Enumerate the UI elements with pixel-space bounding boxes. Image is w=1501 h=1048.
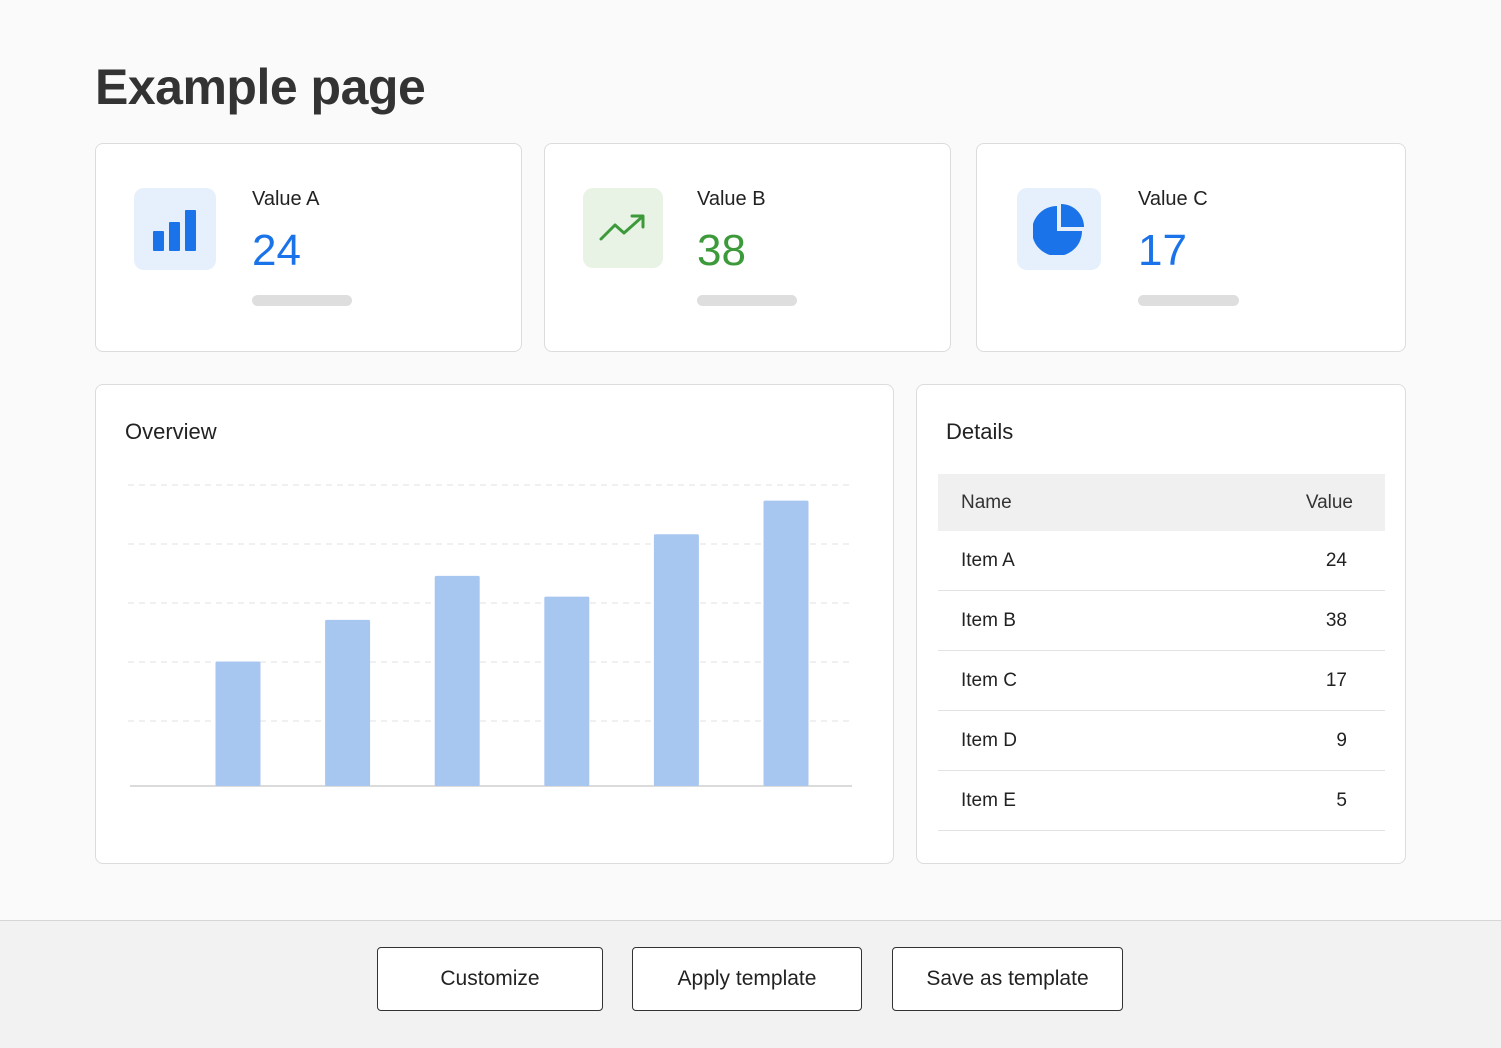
chart-bar bbox=[325, 619, 371, 786]
stat-card-value-b: Value B 38 bbox=[544, 143, 951, 352]
stat-value: 17 bbox=[1138, 226, 1187, 275]
row-value: 5 bbox=[1336, 789, 1347, 811]
chart-bar bbox=[215, 661, 261, 786]
pie-chart-icon bbox=[1017, 188, 1101, 270]
footer-action-bar: Customize Apply template Save as templat… bbox=[0, 920, 1501, 1048]
details-panel: Details Name Value Item A 24 Item B 38 I… bbox=[916, 384, 1406, 864]
row-name: Item B bbox=[961, 609, 1016, 631]
details-table: Name Value Item A 24 Item B 38 Item C 17… bbox=[938, 474, 1385, 831]
table-header: Name Value bbox=[938, 474, 1385, 531]
table-row: Item D 9 bbox=[938, 711, 1385, 771]
customize-button[interactable]: Customize bbox=[377, 947, 603, 1011]
chart-bar bbox=[653, 534, 699, 786]
row-value: 24 bbox=[1325, 549, 1347, 571]
stat-value: 24 bbox=[252, 226, 301, 275]
stat-placeholder-bar bbox=[1138, 295, 1239, 306]
stat-label: Value A bbox=[252, 188, 320, 210]
page-title: Example page bbox=[95, 59, 426, 115]
stat-label: Value C bbox=[1138, 188, 1208, 210]
trending-up-icon bbox=[583, 188, 663, 268]
save-as-template-button[interactable]: Save as template bbox=[892, 947, 1123, 1011]
table-row: Item E 5 bbox=[938, 771, 1385, 831]
table-row: Item B 38 bbox=[938, 591, 1385, 651]
details-title: Details bbox=[946, 419, 1014, 444]
row-name: Item E bbox=[961, 789, 1016, 811]
chart-bar bbox=[763, 500, 809, 786]
overview-panel: Overview bbox=[95, 384, 894, 864]
stat-card-value-a: Value A 24 bbox=[95, 143, 522, 352]
stat-label: Value B bbox=[697, 188, 766, 210]
row-name: Item D bbox=[961, 729, 1017, 751]
column-header-name: Name bbox=[961, 491, 1012, 513]
stat-placeholder-bar bbox=[252, 295, 352, 306]
overview-bar-chart bbox=[128, 484, 852, 787]
row-value: 9 bbox=[1336, 729, 1347, 751]
column-header-value: Value bbox=[1305, 491, 1353, 513]
table-row: Item C 17 bbox=[938, 651, 1385, 711]
row-name: Item C bbox=[961, 669, 1017, 691]
row-name: Item A bbox=[961, 549, 1015, 571]
row-value: 17 bbox=[1325, 669, 1347, 691]
stat-placeholder-bar bbox=[697, 295, 797, 306]
bar-chart-icon bbox=[134, 188, 216, 270]
stat-value: 38 bbox=[697, 226, 746, 275]
table-row: Item A 24 bbox=[938, 531, 1385, 591]
chart-bar bbox=[434, 575, 480, 786]
chart-bar bbox=[544, 596, 590, 786]
apply-template-button[interactable]: Apply template bbox=[632, 947, 862, 1011]
row-value: 38 bbox=[1325, 609, 1347, 631]
stat-card-value-c: Value C 17 bbox=[976, 143, 1406, 352]
